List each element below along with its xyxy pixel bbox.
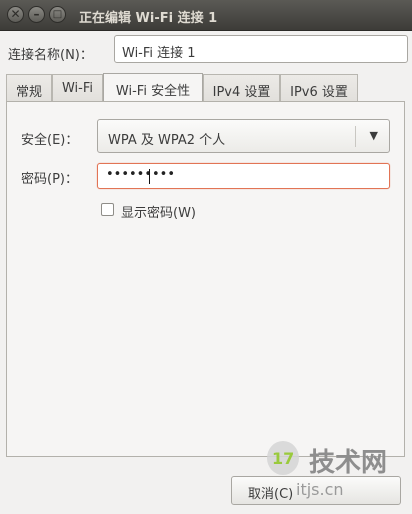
close-button[interactable]: ✕ [7, 6, 24, 23]
security-label: 安全(E)： [21, 133, 79, 148]
text-caret [149, 169, 150, 184]
triangle-down-icon: ▼ [369, 129, 378, 142]
dropdown-separator [355, 126, 356, 147]
window-title: 正在编辑 Wi-Fi 连接 1 [79, 11, 218, 26]
title-bar: ✕ – □ 正在编辑 Wi-Fi 连接 1 [0, 0, 412, 31]
tab-wifi[interactable]: Wi-Fi [52, 74, 103, 101]
password-input[interactable]: ••••••••• [97, 163, 390, 189]
watermark-badge: 17 [272, 449, 294, 468]
connection-name-input[interactable]: Wi-Fi 连接 1 [114, 35, 408, 63]
password-masked-value: ••••••••• [106, 167, 176, 182]
tab-ipv6[interactable]: IPv6 设置 [280, 74, 358, 101]
minimize-button[interactable]: – [28, 6, 45, 23]
security-selected-value: WPA 及 WPA2 个人 [108, 133, 226, 148]
tab-ipv4[interactable]: IPv4 设置 [203, 74, 280, 101]
security-dropdown[interactable]: WPA 及 WPA2 个人 ▼ [97, 119, 390, 153]
watermark-text: 技术网 [309, 448, 388, 478]
connection-name-label: 连接名称(N)： [8, 48, 93, 63]
tab-panel [6, 101, 405, 457]
maximize-button[interactable]: □ [49, 6, 66, 23]
tab-general[interactable]: 常规 [6, 74, 52, 101]
watermark-url: itjs.cn [296, 480, 344, 499]
show-password-label: 显示密码(W) [121, 206, 196, 221]
tab-wifi-security[interactable]: Wi-Fi 安全性 [103, 73, 203, 102]
password-label: 密码(P)： [21, 172, 78, 187]
show-password-checkbox[interactable] [101, 203, 114, 216]
